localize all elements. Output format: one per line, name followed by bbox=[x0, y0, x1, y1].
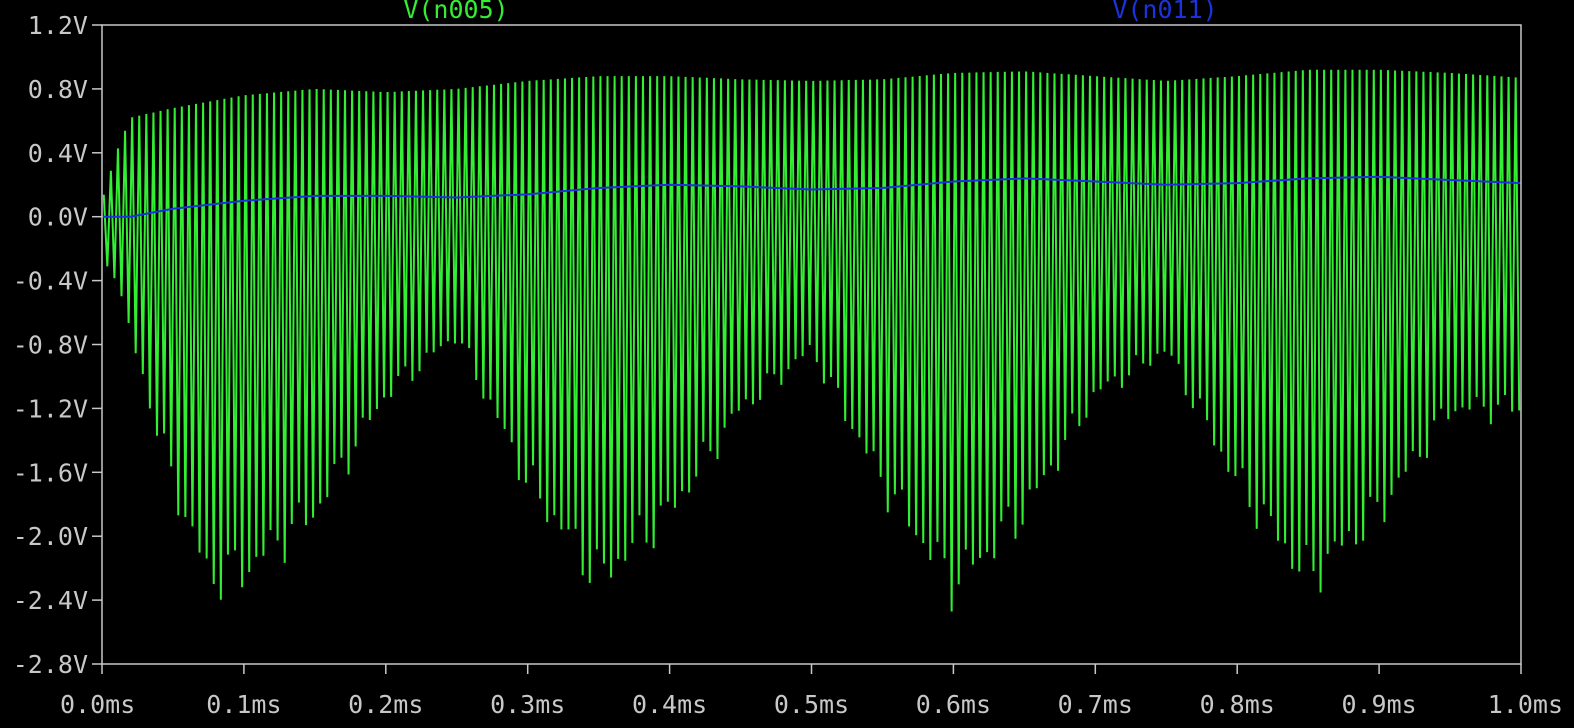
y-tick-label: -1.2V bbox=[13, 394, 88, 423]
x-tick-label: 0.9ms bbox=[1341, 690, 1416, 719]
x-tick-label: 0.3ms bbox=[490, 690, 565, 719]
y-tick-label: 0.8V bbox=[28, 75, 88, 104]
y-tick-label: -0.8V bbox=[13, 331, 88, 360]
x-tick-label: 0.7ms bbox=[1058, 690, 1133, 719]
series-legend-label[interactable]: V(n011) bbox=[1112, 0, 1217, 24]
x-tick-label: 0.4ms bbox=[632, 690, 707, 719]
x-tick-label: 0.8ms bbox=[1200, 690, 1275, 719]
x-tick-label: 0.0ms bbox=[60, 690, 135, 719]
x-tick-label: 0.1ms bbox=[206, 690, 281, 719]
y-tick-label: 0.0V bbox=[28, 203, 88, 232]
y-tick-label: -2.0V bbox=[13, 522, 88, 551]
x-tick-label: 0.6ms bbox=[916, 690, 991, 719]
series-legend-label[interactable]: V(n005) bbox=[403, 0, 508, 24]
y-tick-label: -2.8V bbox=[13, 650, 88, 679]
y-tick-label: 1.2V bbox=[28, 11, 88, 40]
x-tick-label: 1.0ms bbox=[1488, 690, 1563, 719]
waveform-plot: 1.2V 0.8V 0.4V 0.0V -0.4V -0.8V -1.2V -1.6V -2.0… bbox=[0, 0, 1574, 728]
y-tick-label: -1.6V bbox=[13, 458, 88, 487]
x-tick-label: 0.5ms bbox=[774, 690, 849, 719]
x-tick-label: 0.2ms bbox=[348, 690, 423, 719]
y-tick-label: 0.4V bbox=[28, 139, 88, 168]
y-tick-label: -2.4V bbox=[13, 586, 88, 615]
y-tick-label: -0.4V bbox=[13, 267, 88, 296]
